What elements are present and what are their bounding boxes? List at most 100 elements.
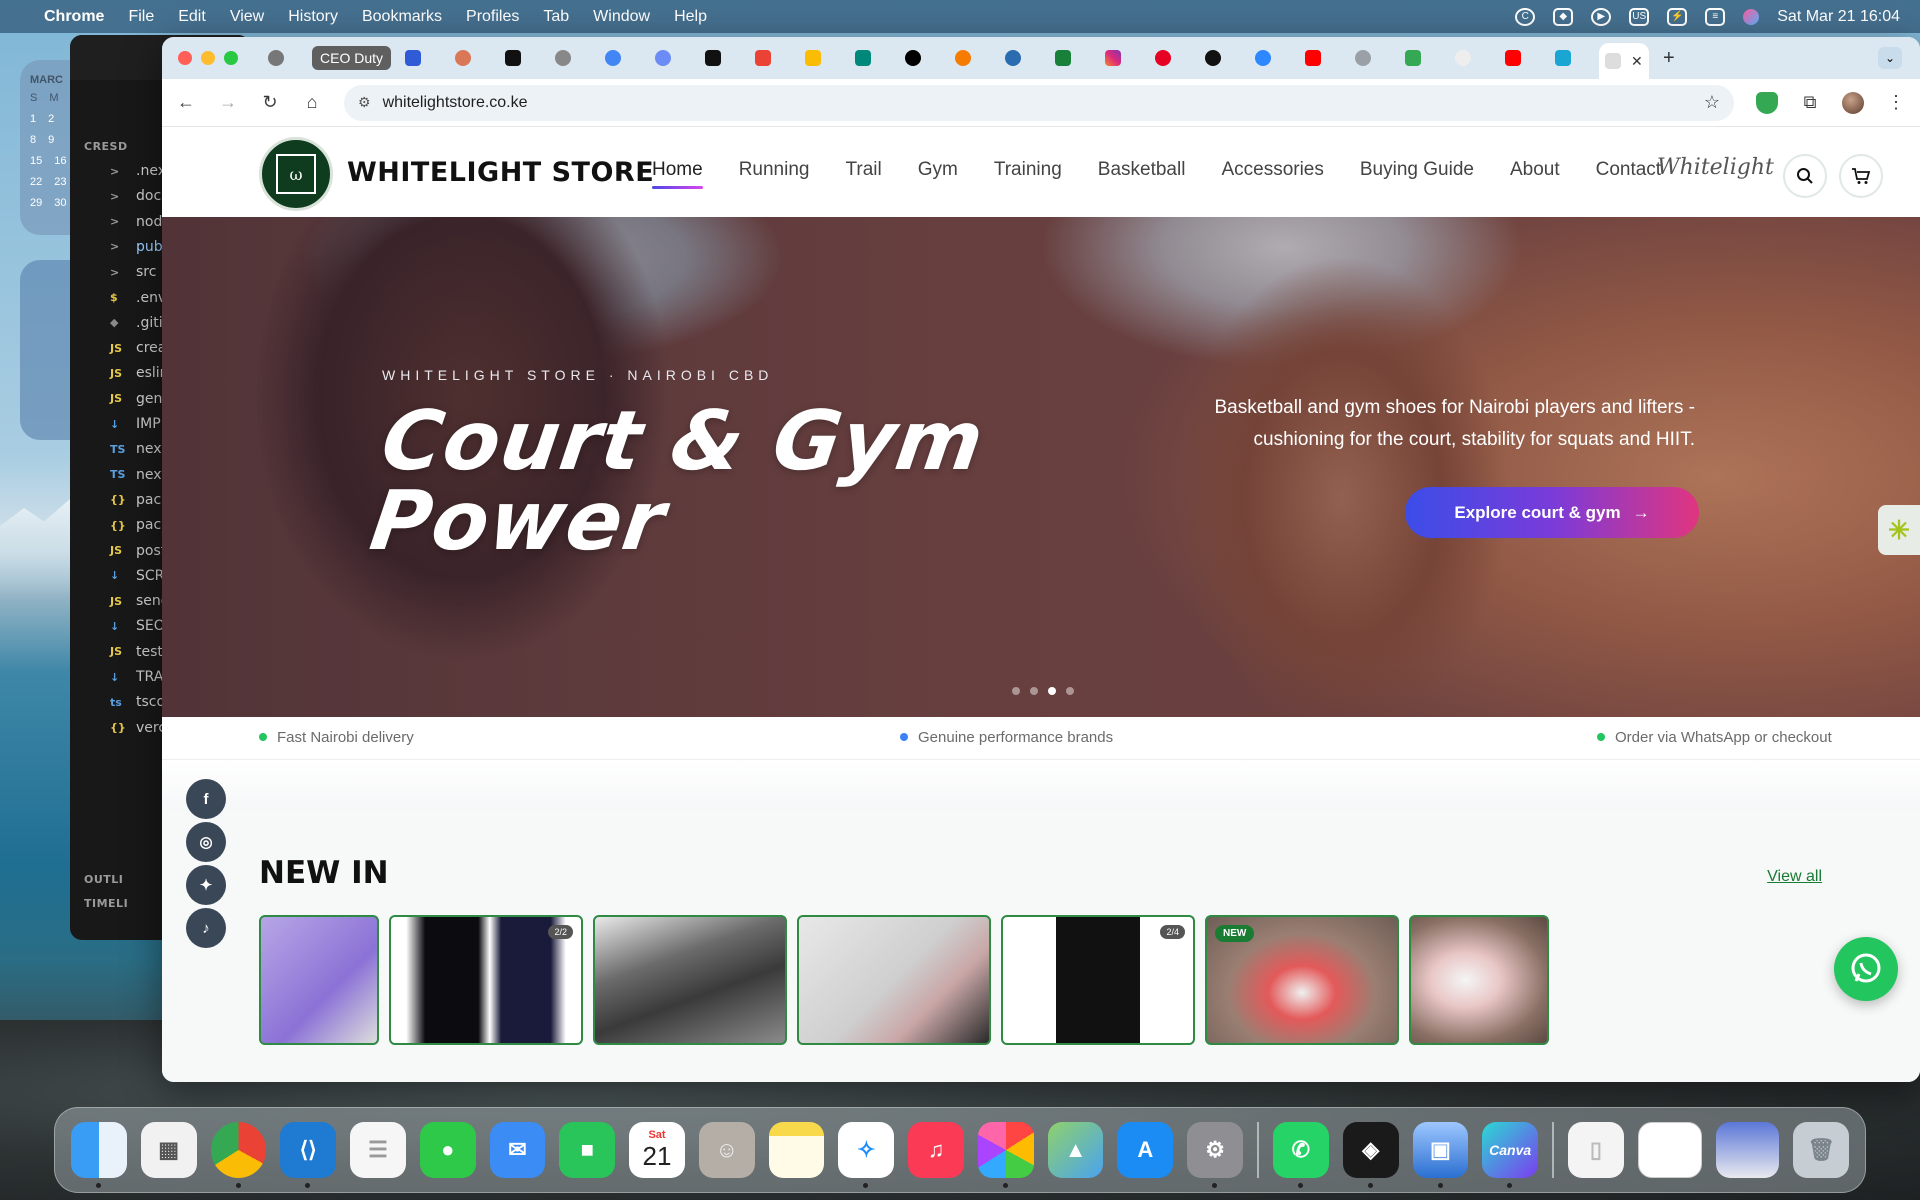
tab-drive[interactable] [799, 43, 849, 73]
address-bar[interactable]: ⚙ whitelightstore.co.ke ☆ [344, 84, 1734, 121]
recent-window-thumbnail[interactable] [1715, 1122, 1780, 1178]
app-store-icon[interactable]: A [1117, 1122, 1174, 1178]
shield-extension-icon[interactable] [1756, 91, 1778, 114]
calendar-app-icon[interactable]: Sat 21 [629, 1122, 685, 1178]
cube-app-icon[interactable]: ◈ [1342, 1122, 1399, 1188]
system-settings-icon[interactable]: ⚙ [1187, 1122, 1244, 1188]
tab-google[interactable] [1449, 43, 1499, 73]
profile-avatar[interactable] [1842, 91, 1864, 114]
launchpad-icon[interactable]: ▦ [140, 1122, 197, 1178]
explorer-file-item[interactable]: ts tsco [110, 694, 165, 710]
mail-app-icon[interactable]: ✉ [489, 1122, 546, 1178]
nav-contact[interactable]: Contact [1596, 159, 1661, 181]
menu-bookmarks[interactable]: Bookmarks [362, 8, 442, 26]
menu-history[interactable]: History [288, 8, 338, 26]
tab-search-icon[interactable]: ⌄ [1878, 47, 1902, 69]
maps-icon[interactable]: ▲ [1047, 1122, 1104, 1178]
tab-pinterest[interactable] [1149, 43, 1199, 73]
status-play-icon[interactable]: ▶ [1591, 7, 1612, 26]
tab-instagram[interactable] [1099, 43, 1149, 73]
nav-running[interactable]: Running [739, 159, 810, 181]
tab-gemini-2[interactable] [649, 43, 699, 73]
slider-dot[interactable] [1012, 687, 1020, 695]
status-c-icon[interactable]: C [1515, 7, 1536, 26]
tab-x[interactable] [899, 43, 949, 73]
vscode-icon[interactable]: ⟨⟩ [280, 1122, 337, 1188]
new-tab-button[interactable]: + [1663, 47, 1675, 70]
tab-analytics[interactable] [949, 43, 999, 73]
nav-basketball[interactable]: Basketball [1098, 159, 1186, 181]
forward-arrow-icon[interactable]: → [218, 92, 238, 113]
battery-icon[interactable]: ⚡ [1667, 7, 1688, 26]
explorer-file-item[interactable]: JS eslin [110, 365, 169, 381]
explorer-file-item[interactable]: JS post [110, 543, 166, 559]
hero-cta-button[interactable]: Explore court & gym → [1405, 487, 1699, 538]
nav-accessories[interactable]: Accessories [1221, 159, 1323, 181]
explorer-file-item[interactable]: ↓ TRA [110, 669, 163, 685]
slider-dot[interactable] [1048, 687, 1056, 695]
view-all-link[interactable]: View all [1767, 868, 1822, 886]
tab-cursor[interactable] [1549, 43, 1599, 73]
tab-chrome[interactable] [262, 43, 312, 73]
minimize-window-button[interactable] [201, 51, 215, 65]
tab-messenger[interactable] [1249, 43, 1299, 73]
nav-home[interactable]: Home [652, 159, 703, 189]
product-card[interactable] [593, 915, 787, 1045]
tab-group-label[interactable]: CEO Duty [312, 46, 392, 70]
safari-icon[interactable]: ✧ [838, 1122, 895, 1188]
menu-help[interactable]: Help [674, 8, 707, 26]
slider-dot[interactable] [1066, 687, 1074, 695]
explorer-file-item[interactable]: {} pack [110, 492, 169, 508]
canva-icon[interactable]: Canva [1482, 1122, 1539, 1188]
store-brand-name[interactable]: WHITELIGHT STORE [347, 157, 654, 188]
nav-buying-guide[interactable]: Buying Guide [1360, 159, 1474, 181]
music-icon[interactable]: ♫ [908, 1122, 964, 1178]
tab-drive-2[interactable] [1399, 43, 1449, 73]
control-center-icon[interactable]: ≡ [1705, 7, 1726, 26]
tab-youtube-2[interactable] [1499, 43, 1549, 73]
nav-training[interactable]: Training [994, 159, 1062, 181]
recent-window-thumbnail[interactable] [1637, 1122, 1702, 1178]
explorer-file-item[interactable]: > publ [110, 239, 167, 255]
nav-about[interactable]: About [1510, 159, 1560, 181]
url-text[interactable]: whitelightstore.co.ke [383, 94, 528, 112]
facetime-icon[interactable]: ■ [559, 1122, 616, 1178]
close-tab-icon[interactable]: ✕ [1631, 53, 1643, 70]
cart-button[interactable] [1839, 154, 1883, 198]
menu-window[interactable]: Window [593, 8, 650, 26]
explorer-file-item[interactable]: JS test- [110, 644, 168, 660]
zoom-window-button[interactable] [224, 51, 238, 65]
product-card[interactable]: 2/2 [389, 915, 583, 1045]
chrome-menu-icon[interactable]: ⋮ [1886, 92, 1906, 113]
explorer-file-item[interactable]: $ .env. [110, 290, 170, 306]
tab-whitelight-active[interactable]: ✕ [1599, 43, 1650, 79]
home-icon[interactable]: ⌂ [302, 92, 322, 113]
twitter-link[interactable]: ✦ [186, 865, 226, 905]
menu-file[interactable]: File [128, 8, 154, 26]
nav-trail[interactable]: Trail [845, 159, 881, 181]
tab-gmail[interactable] [749, 43, 799, 73]
sparkle-widget-icon[interactable]: ✳ [1878, 505, 1920, 555]
explorer-file-item[interactable]: {} verc [110, 720, 166, 736]
tab-openai[interactable] [549, 43, 599, 73]
finder-icon[interactable] [71, 1122, 127, 1188]
product-card[interactable] [259, 915, 379, 1045]
tab-claude[interactable] [449, 43, 499, 73]
search-button[interactable] [1783, 154, 1827, 198]
explorer-file-item[interactable]: ↓ SCR [110, 568, 164, 584]
explorer-file-item[interactable]: ↓ IMPL [110, 416, 168, 432]
siri-icon[interactable] [1743, 8, 1760, 25]
tab-gemini[interactable] [599, 43, 649, 73]
store-logo[interactable]: ω [259, 137, 333, 211]
menu-view[interactable]: View [230, 8, 264, 26]
whatsapp-app-icon[interactable]: ✆ [1273, 1122, 1329, 1188]
explorer-file-item[interactable]: TS next [110, 467, 167, 483]
explorer-file-item[interactable]: {} pack [110, 517, 169, 533]
messages-icon[interactable]: ● [419, 1122, 476, 1178]
facebook-link[interactable]: f [186, 779, 226, 819]
product-card[interactable] [1409, 915, 1549, 1045]
menubar-app-name[interactable]: Chrome [44, 8, 104, 26]
product-card[interactable] [797, 915, 991, 1045]
tab-perplexity[interactable] [499, 43, 549, 73]
tab-threads[interactable] [1199, 43, 1249, 73]
